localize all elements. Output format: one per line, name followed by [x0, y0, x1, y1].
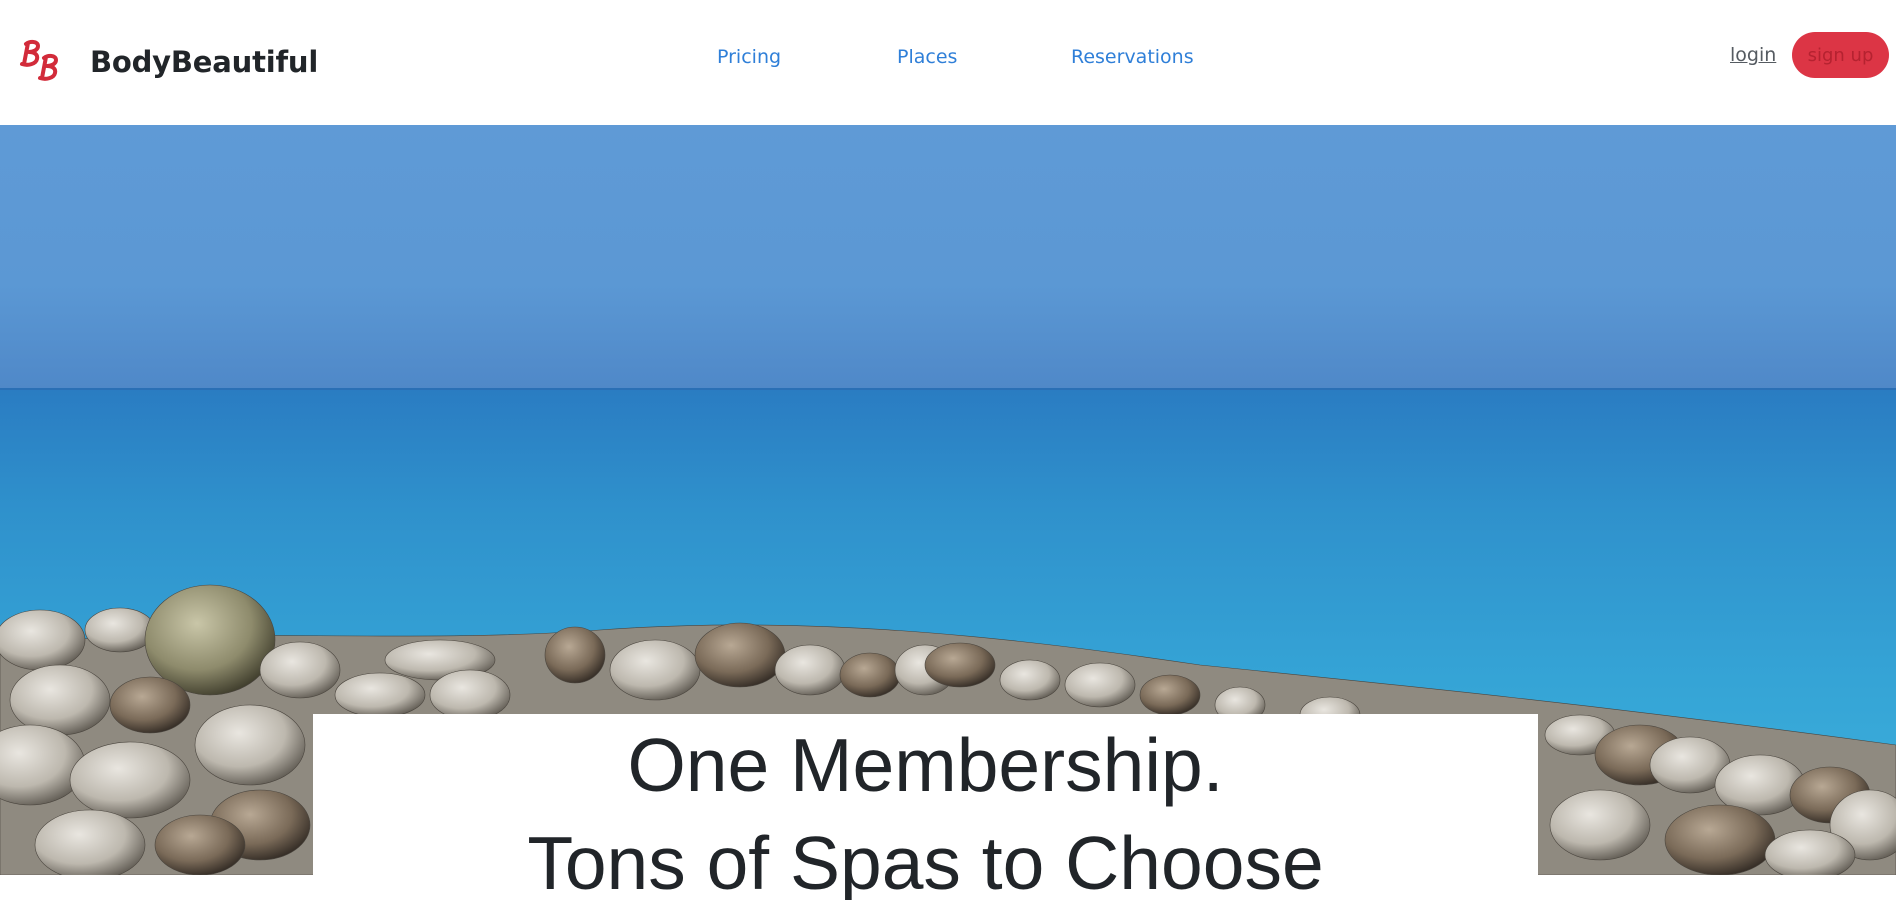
headline-card: One Membership. Tons of Spas to Choose: [313, 714, 1538, 900]
headline-line-1: One Membership.: [627, 723, 1224, 807]
nav-places[interactable]: Places: [897, 46, 957, 68]
login-link[interactable]: login: [1730, 44, 1776, 66]
navbar: BodyBeautiful Pricing Places Reservation…: [0, 0, 1898, 125]
nav-pricing[interactable]: Pricing: [717, 46, 781, 68]
bb-logo-icon: [20, 39, 58, 81]
page: BodyBeautiful Pricing Places Reservation…: [0, 0, 1898, 900]
brand-link[interactable]: BodyBeautiful: [16, 38, 318, 86]
brand-name: BodyBeautiful: [90, 45, 319, 79]
signup-button[interactable]: sign up: [1792, 32, 1889, 78]
nav-reservations[interactable]: Reservations: [1071, 46, 1194, 68]
headline-line-2: Tons of Spas to Choose: [527, 821, 1324, 900]
